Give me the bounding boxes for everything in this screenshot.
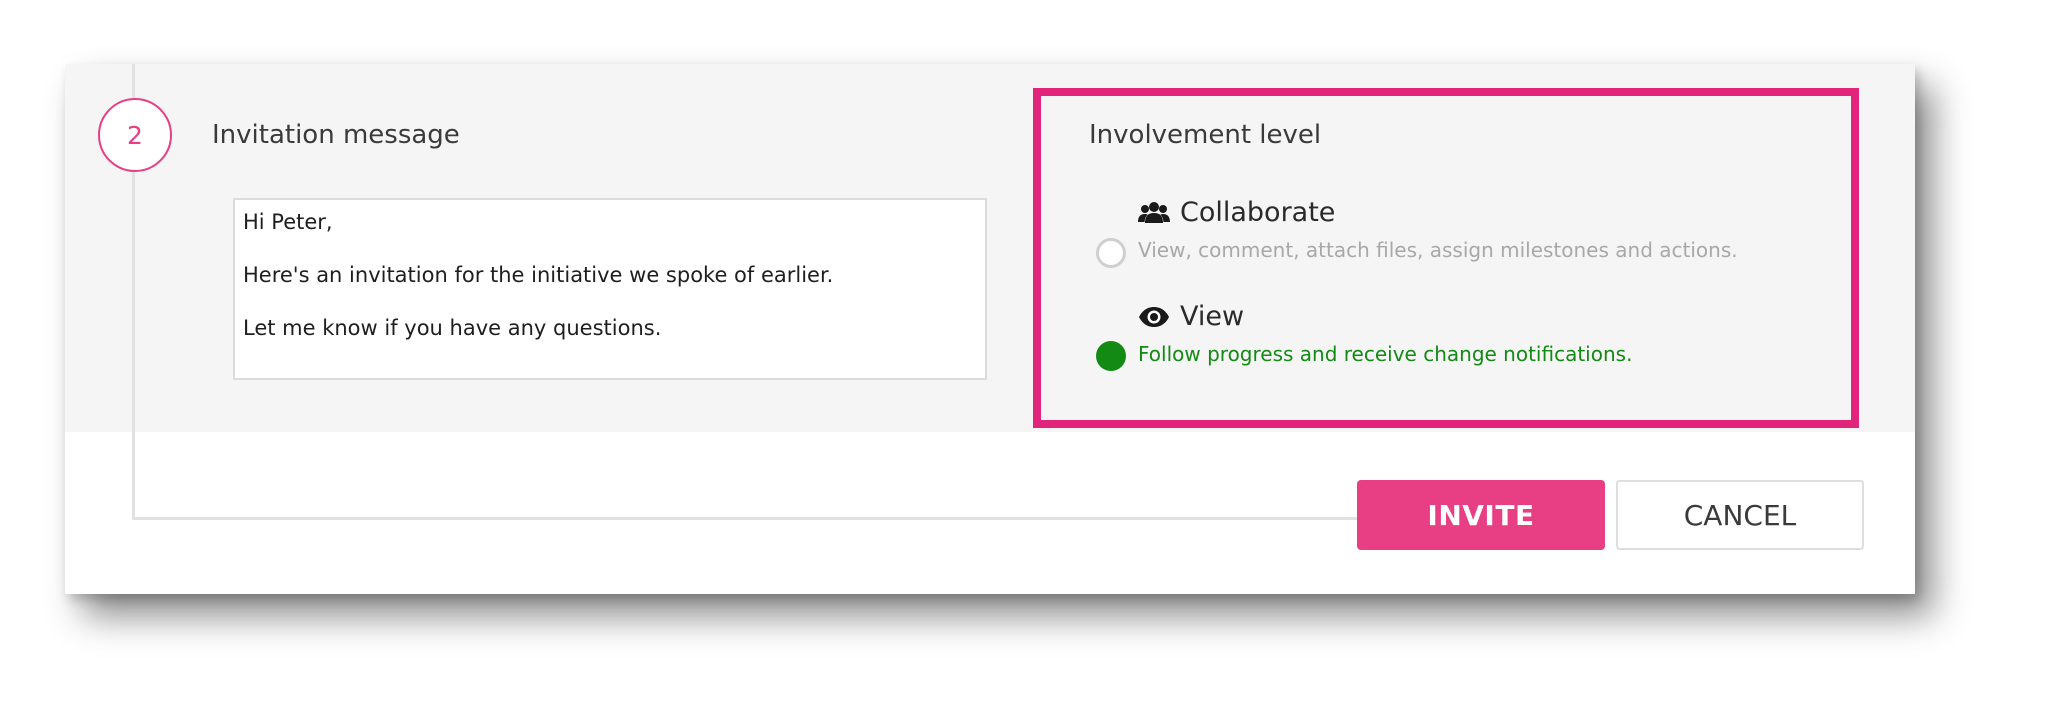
message-line: Here's an invitation for the initiative … (243, 263, 834, 287)
message-line: Hi Peter, (243, 210, 333, 234)
invite-button[interactable]: INVITE (1357, 480, 1605, 550)
step-number-badge: 2 (98, 98, 172, 172)
invitation-message-title: Invitation message (212, 120, 460, 150)
radio-view-selected[interactable] (1096, 341, 1126, 371)
canvas: 2 Invitation message Hi Peter, Here's an… (0, 0, 2048, 726)
radio-collaborate[interactable] (1096, 238, 1126, 268)
message-line: Let me know if you have any questions. (243, 316, 662, 340)
eye-icon (1139, 306, 1169, 327)
cancel-button[interactable]: CANCEL (1616, 480, 1864, 550)
users-icon (1138, 201, 1170, 223)
option-collaborate[interactable]: Collaborate (1138, 197, 1335, 228)
option-view[interactable]: View (1138, 301, 1244, 332)
invite-dialog: 2 Invitation message Hi Peter, Here's an… (65, 64, 1915, 594)
invitation-message-textarea[interactable]: Hi Peter, Here's an invitation for the i… (233, 198, 987, 380)
option-view-label: View (1180, 301, 1245, 332)
option-collaborate-label: Collaborate (1180, 197, 1336, 228)
option-collaborate-description: View, comment, attach files, assign mile… (1138, 238, 1738, 262)
step-connector-horizontal (132, 517, 1412, 520)
option-view-description: Follow progress and receive change notif… (1138, 342, 1633, 366)
